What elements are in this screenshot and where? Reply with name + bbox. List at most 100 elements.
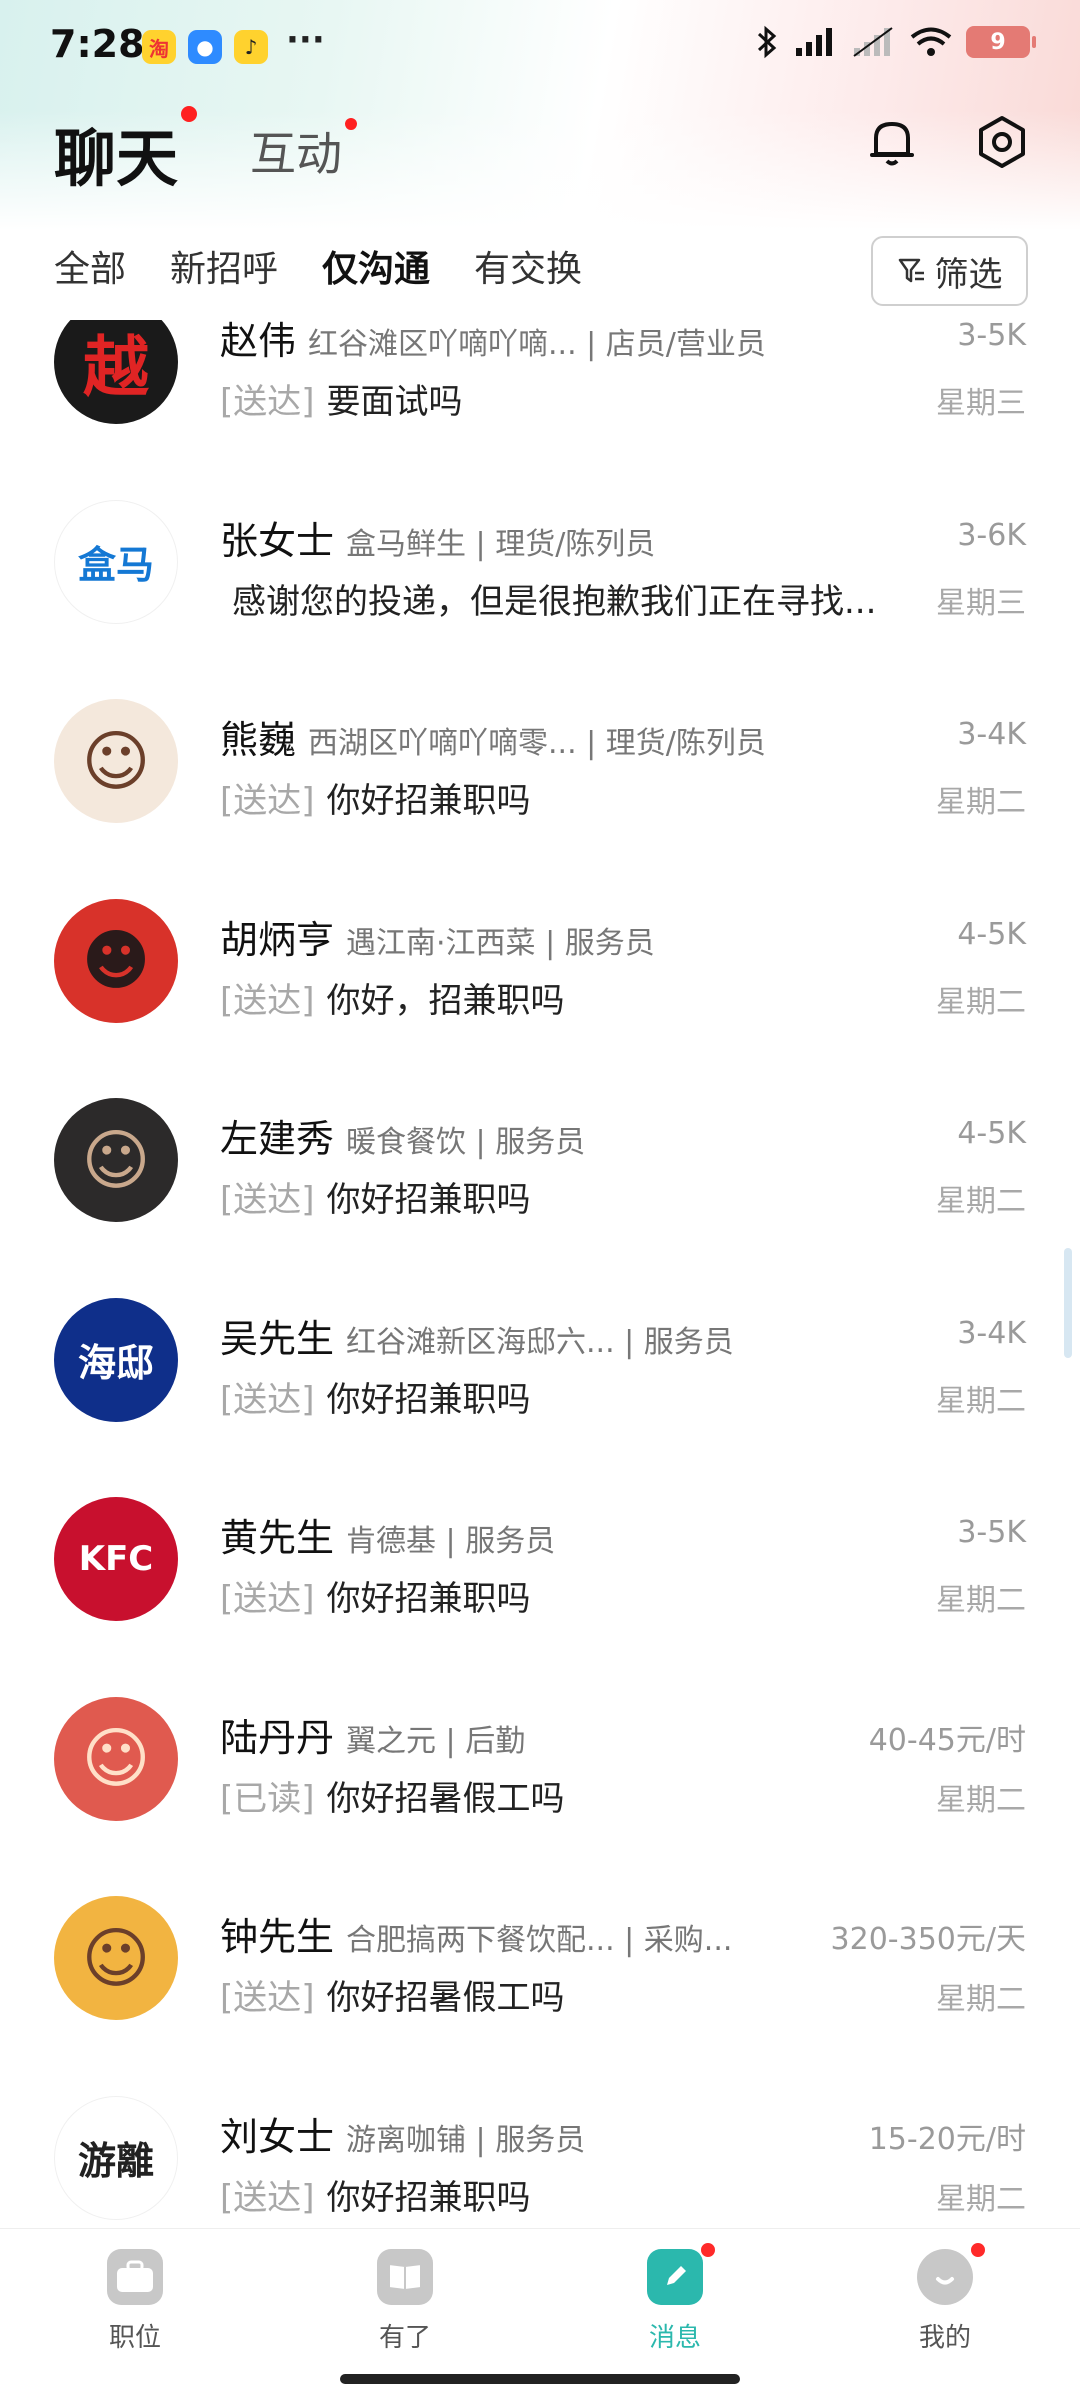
last-message: 你好招暑假工吗 (326, 1978, 565, 2018)
message-date: 星期二 (936, 984, 1026, 1020)
status-time: 7:28 (50, 22, 145, 66)
interaction-badge (345, 118, 357, 130)
contact-name: 胡炳亨 (220, 917, 335, 962)
nav-youle[interactable]: 有了 (335, 2249, 475, 2354)
company-position: 翼之元 | 后勤 (346, 1723, 526, 1759)
bell-icon[interactable] (862, 112, 922, 172)
chat-list[interactable]: 越赵伟 红谷滩区吖嘀吖嘀... | 店员/营业员 3-5K [送达] 要面试吗 星期三 盒马… (0, 320, 1080, 2228)
filter-icon (898, 258, 924, 283)
contact-name: 陆丹丹 (220, 1715, 335, 1760)
message-status: [送达] (220, 1579, 315, 1619)
bluetooth-icon (757, 25, 777, 59)
message-status: [已读] (220, 1778, 315, 1819)
filter-label: 筛选 (934, 254, 1003, 295)
nav-jobs[interactable]: 职位 (65, 2249, 205, 2354)
avatar[interactable]: 越 (54, 320, 178, 424)
chat-row[interactable]: ☺ 左建秀 暖食餐饮 | 服务员 4-5K [送达] 你好招兼职吗 星期二 (0, 1088, 1080, 1288)
profile-icon (917, 2241, 987, 2305)
nav-profile[interactable]: 我的 (875, 2241, 1015, 2354)
contact-name: 刘女士 (220, 2114, 335, 2159)
message-date: 星期二 (936, 1583, 1026, 1618)
avatar[interactable]: KFC (54, 1497, 178, 1621)
message-date: 星期二 (936, 1982, 1026, 2017)
avatar-glyph: 游離 (77, 2139, 154, 2183)
chat-row[interactable]: 越 赵伟 红谷滩区吖嘀吖嘀... | 店员/营业员 3-5K [送达] 要面试吗 星期三 (0, 320, 1080, 490)
contact-name: 钟先生 (220, 1915, 335, 1959)
salary-range: 4-5K (957, 916, 1026, 952)
avatar[interactable]: 海邸 (54, 1297, 178, 1422)
salary-range: 40-45元/时 (868, 1722, 1026, 1758)
briefcase-icon (107, 2249, 163, 2305)
avatar-glyph: 海邸 (77, 1341, 154, 1385)
company-position: 西湖区吖嘀吖嘀零... | 理货/陈列员 (308, 726, 766, 761)
avatar[interactable]: ☺ (54, 1098, 178, 1222)
message-date: 星期三 (936, 386, 1026, 421)
filter-button[interactable]: 筛选 (871, 236, 1028, 306)
last-message: 你好招兼职吗 (326, 781, 531, 821)
message-status: [送达] (220, 781, 315, 821)
message-status: [送达] (220, 1978, 315, 2018)
last-message: 你好招兼职吗 (326, 1379, 531, 1420)
avatar[interactable]: ☺ (54, 1896, 178, 2020)
last-message: 你好招兼职吗 (326, 1579, 531, 1619)
tab-all[interactable]: 全部 (54, 240, 126, 300)
company-position: 盒马鲜生 | 理货/陈列员 (346, 526, 656, 562)
company-position: 合肥搞两下餐饮配... | 采购... (346, 1923, 733, 1958)
avatar-glyph: ☺ (81, 1919, 151, 1997)
avatar-glyph: ☺ (81, 1121, 151, 1199)
message-status: [送达] (220, 382, 315, 422)
last-message: 你好招暑假工吗 (326, 1778, 565, 1819)
chat-row[interactable]: ☺ 熊巍 西湖区吖嘀吖嘀零... | 理货/陈列员 3-4K [送达] 你好招兼职吗 星期二 (0, 689, 1080, 889)
avatar[interactable]: ☺ (54, 1696, 178, 1821)
taobao-icon: 淘 (142, 30, 176, 64)
avatar[interactable]: 盒马 (54, 499, 178, 624)
nav-youle-label: 有了 (378, 2323, 431, 2353)
avatar-glyph: ☺ (81, 1720, 151, 1797)
salary-range: 3-6K (957, 517, 1026, 553)
chat-row[interactable]: ☻ 胡炳亨 遇江南·江西菜 | 服务员 4-5K [送达] 你好，招兼职吗 星期二 (0, 889, 1080, 1089)
nav-messages[interactable]: 消息 (605, 2241, 745, 2354)
message-status: [送达] (220, 1379, 315, 1420)
contact-name: 张女士 (220, 518, 335, 563)
signal-2-icon (853, 27, 893, 57)
home-indicator[interactable] (340, 2374, 740, 2384)
avatar[interactable]: 游離 (54, 2095, 178, 2220)
tab-only-chatted[interactable]: 仅沟通 (318, 240, 435, 300)
company-position: 游离咖铺 | 服务员 (346, 2122, 586, 2158)
message-date: 星期二 (936, 785, 1026, 820)
music-app-icon: ♪ (234, 30, 268, 64)
battery-indicator: 9 (966, 26, 1036, 58)
company-position: 肯德基 | 服务员 (346, 1524, 556, 1559)
chat-row[interactable]: ☺ 陆丹丹 翼之元 | 后勤 40-45元/时 [已读] 你好招暑假工吗 星期二 (0, 1687, 1080, 1887)
salary-range: 4-5K (957, 1116, 1026, 1151)
settings-icon[interactable] (972, 112, 1032, 172)
company-position: 暖食餐饮 | 服务员 (346, 1125, 586, 1160)
message-status: [送达] (220, 1180, 315, 1220)
message-icon (647, 2241, 717, 2305)
wifi-icon (910, 27, 952, 56)
avatar[interactable]: ☻ (54, 898, 178, 1023)
scrollbar[interactable] (1064, 1248, 1072, 1358)
tab-new-greetings[interactable]: 新招呼 (170, 240, 278, 300)
page-title[interactable]: 聊天 (54, 108, 178, 198)
company-position: 遇江南·江西菜 | 服务员 (346, 925, 655, 961)
contact-name: 黄先生 (220, 1516, 335, 1560)
nav-profile-label: 我的 (918, 2323, 971, 2353)
message-date: 星期二 (936, 1383, 1026, 1419)
chat-row[interactable]: 盒马 张女士 盒马鲜生 | 理货/陈列员 3-6K 感谢您的投递，但是很抱歉我们正在寻找… (0, 490, 1080, 690)
salary-range: 15-20元/时 (868, 2121, 1026, 2157)
avatar[interactable]: ☺ (54, 699, 178, 823)
chat-row[interactable]: ☺ 钟先生 合肥搞两下餐饮配... | 采购... 320-350元/天 [送达] 你好招… (0, 1886, 1080, 2086)
chat-row[interactable]: 海邸 吴先生 红谷滩新区海邸六... | 服务员 3-4K [送达] 你好招兼职吗 星期二 (0, 1288, 1080, 1488)
salary-range: 320-350元/天 (830, 1922, 1026, 1957)
interaction-tab[interactable]: 互动 (250, 118, 342, 184)
more-notifications-icon: ··· (286, 20, 325, 60)
company-position: 红谷滩新区海邸六... | 服务员 (346, 1324, 734, 1360)
avatar-glyph: ☻ (81, 922, 151, 999)
salary-range: 3-5K (957, 320, 1026, 353)
contact-name: 赵伟 (220, 320, 297, 363)
chat-row[interactable]: 游離 刘女士 游离咖铺 | 服务员 15-20元/时 [送达] 你好招兼职吗 星期二 (0, 2086, 1080, 2229)
message-date: 星期二 (936, 2181, 1026, 2217)
chat-row[interactable]: KFC 黄先生 肯德基 | 服务员 3-5K [送达] 你好招兼职吗 星期二 (0, 1487, 1080, 1687)
tab-exchanged[interactable]: 有交换 (474, 240, 582, 300)
